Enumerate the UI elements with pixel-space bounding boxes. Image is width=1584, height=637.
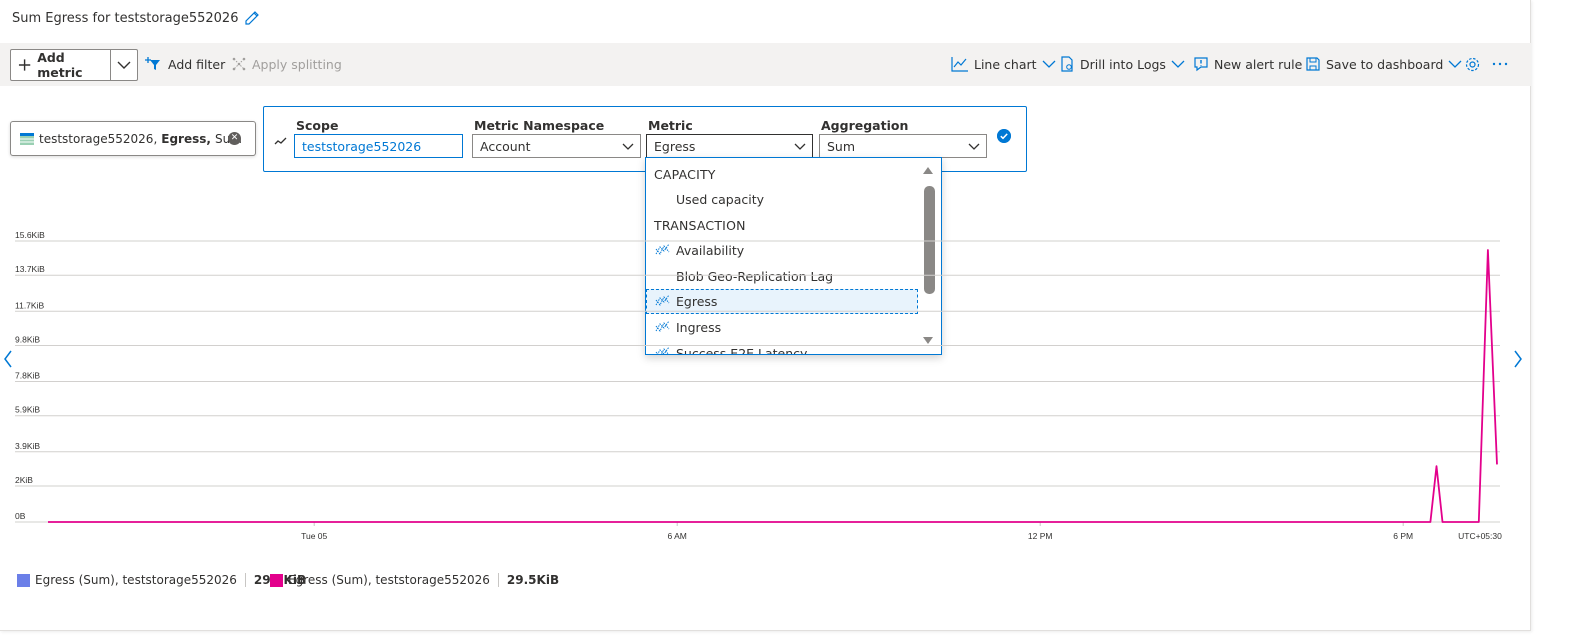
more-options-button[interactable] xyxy=(1492,53,1508,75)
legend-label: Egress (Sum), teststorage552026 xyxy=(35,573,237,587)
chart-title: Sum Egress for teststorage552026 xyxy=(12,10,239,26)
gear-icon xyxy=(1465,57,1480,71)
save-to-dashboard-button[interactable]: Save to dashboard xyxy=(1305,53,1462,75)
x-tick-label: 6 AM xyxy=(668,531,687,541)
legend-label: Egress (Sum), teststorage552026 xyxy=(288,573,490,587)
chevron-down-icon xyxy=(794,143,806,150)
save-icon xyxy=(1306,57,1320,71)
metric-select[interactable]: Egress xyxy=(646,134,813,158)
settings-button[interactable] xyxy=(1464,53,1481,75)
chevron-down-icon xyxy=(968,143,980,150)
y-tick-label: 3.9KiB xyxy=(15,441,40,451)
legend-separator xyxy=(497,573,499,587)
y-tick-label: 5.9KiB xyxy=(15,405,40,415)
scope-value: teststorage552026 xyxy=(302,138,422,154)
metric-value: Egress xyxy=(654,138,696,154)
line-chart-icon xyxy=(951,57,968,72)
chevron-down-icon xyxy=(1042,60,1055,68)
aggregation-label: Aggregation xyxy=(821,118,909,133)
legend-swatch xyxy=(17,573,30,587)
storage-account-icon xyxy=(20,132,34,145)
chevron-down-icon xyxy=(622,143,634,150)
metric-namespace-value: Account xyxy=(480,138,531,154)
metric-pill[interactable]: teststorage552026, Egress, Sum ✕ xyxy=(10,121,256,156)
x-tick-label: Tue 05 xyxy=(301,531,327,541)
chevron-down-icon xyxy=(117,61,131,69)
add-filter-button[interactable]: Add filter xyxy=(145,53,225,75)
ellipsis-icon xyxy=(1492,62,1508,66)
series-line xyxy=(48,249,1498,523)
toolbar: Add metric Add filter Apply splitting Li… xyxy=(0,43,1531,86)
y-tick-label: 0B xyxy=(15,511,26,521)
aggregation-value: Sum xyxy=(827,138,856,154)
plus-icon xyxy=(18,59,31,71)
line-chart: 0B 2KiB 3.9KiB 5.9KiB 7.8KiB 9.8KiB 11.7KiB 13.… xyxy=(15,230,1502,541)
add-filter-label: Add filter xyxy=(168,56,226,72)
save-to-dashboard-label: Save to dashboard xyxy=(1326,56,1444,72)
legend-value: 29.5KiB xyxy=(506,573,560,587)
alert-icon xyxy=(1194,57,1208,72)
y-tick-label: 9.8KiB xyxy=(15,334,40,344)
metric-pill-resource: teststorage552026, xyxy=(39,131,158,146)
checkmark-icon[interactable] xyxy=(997,129,1011,143)
legend-swatch xyxy=(270,573,283,587)
metric-pill-metric: Egress, xyxy=(161,131,211,146)
metric-line-icon xyxy=(274,137,287,145)
timezone-label: UTC+05:30 xyxy=(1458,531,1502,541)
filter-icon xyxy=(145,57,160,70)
x-tick-label: 12 PM xyxy=(1028,531,1053,541)
y-tick-label: 11.7KiB xyxy=(15,300,44,310)
add-metric-split-button[interactable]: Add metric xyxy=(10,49,138,81)
drill-into-logs-label: Drill into Logs xyxy=(1080,56,1166,72)
apply-splitting-button[interactable]: Apply splitting xyxy=(231,53,342,75)
add-metric-dropdown-button[interactable] xyxy=(111,50,137,80)
line-chart-button[interactable]: Line chart xyxy=(951,53,1056,75)
new-alert-rule-button[interactable]: New alert rule xyxy=(1193,53,1302,75)
logs-icon xyxy=(1061,56,1073,72)
add-metric-button[interactable]: Add metric xyxy=(11,50,111,80)
add-metric-label: Add metric xyxy=(37,50,83,80)
legend-separator xyxy=(244,573,246,587)
dropdown-group-capacity: CAPACITY xyxy=(654,167,716,182)
splitting-icon xyxy=(232,57,246,71)
apply-splitting-label: Apply splitting xyxy=(252,56,342,72)
scroll-up-arrow-icon[interactable] xyxy=(922,166,934,175)
y-tick-label: 7.8KiB xyxy=(15,371,40,381)
aggregation-select[interactable]: Sum xyxy=(819,134,987,158)
scope-label: Scope xyxy=(296,118,339,133)
legend-item-2[interactable]: Egress (Sum), teststorage552026 29.5KiB xyxy=(270,573,559,587)
drill-into-logs-button[interactable]: Drill into Logs xyxy=(1059,53,1185,75)
metric-namespace-select[interactable]: Account xyxy=(472,134,641,158)
remove-metric-icon[interactable]: ✕ xyxy=(228,132,241,145)
metric-label: Metric xyxy=(648,118,693,133)
y-tick-label: 15.6KiB xyxy=(15,230,45,240)
chevron-down-icon xyxy=(1448,60,1462,68)
x-tick-label: 6 PM xyxy=(1393,531,1413,541)
chevron-down-icon xyxy=(1171,60,1185,68)
line-chart-label: Line chart xyxy=(974,56,1037,72)
chart-title-row: Sum Egress for teststorage552026 xyxy=(12,10,260,26)
y-tick-label: 13.7KiB xyxy=(15,264,45,274)
scope-field[interactable]: teststorage552026 xyxy=(294,134,463,158)
edit-pencil-icon[interactable] xyxy=(244,10,260,26)
metric-namespace-label: Metric Namespace xyxy=(474,118,605,133)
dropdown-item-used-capacity[interactable]: Used capacity xyxy=(646,187,918,212)
y-tick-label: 2KiB xyxy=(15,475,33,485)
new-alert-rule-label: New alert rule xyxy=(1214,56,1303,72)
legend-item-1[interactable]: Egress (Sum), teststorage552026 29.5KiB xyxy=(17,573,306,587)
